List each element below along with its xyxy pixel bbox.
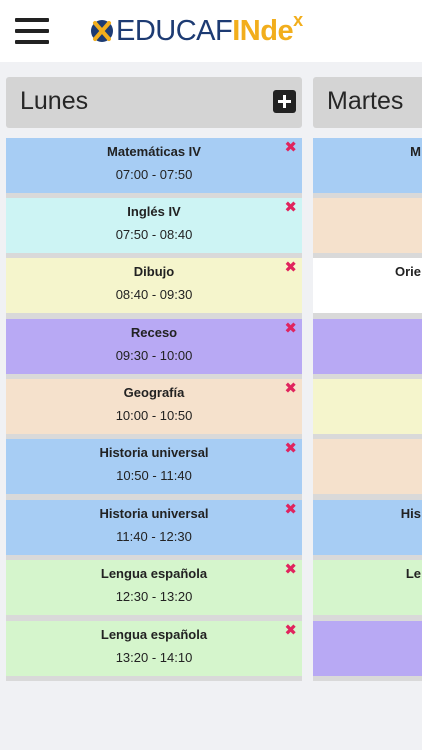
class-time: 10:00 - 10:50: [115, 408, 193, 423]
add-class-button[interactable]: [273, 90, 296, 113]
class-subject: Inglés IV: [127, 204, 181, 219]
menu-line: [15, 18, 49, 22]
delete-icon[interactable]: ✖: [284, 381, 297, 396]
class-time: 13:20 - 14:10: [115, 650, 193, 665]
class-card[interactable]: [313, 198, 422, 253]
class-card[interactable]: Geografía 10:00 - 10:50 ✖: [6, 379, 302, 434]
day-title: Lunes: [20, 87, 89, 115]
class-subject: Matemáticas IV: [107, 144, 201, 159]
class-list: Matemáticas IV 07:00 - 07:50 ✖ Inglés IV…: [6, 138, 302, 681]
class-card[interactable]: Matemáticas IV 07:00 - 07:50 ✖: [6, 138, 302, 193]
logo-text-index: INde: [232, 14, 294, 47]
delete-icon[interactable]: ✖: [284, 441, 297, 456]
class-card[interactable]: Orie: [313, 258, 422, 313]
schedule-board: Lunes Matemáticas IV 07:00 - 07:50 ✖ Ing…: [0, 62, 422, 750]
class-subject: Historia universal: [99, 506, 209, 521]
delete-icon[interactable]: ✖: [284, 200, 297, 215]
menu-line: [15, 29, 49, 33]
class-subject: M: [410, 144, 421, 159]
class-card[interactable]: Le: [313, 560, 422, 615]
class-time: 07:50 - 08:40: [115, 227, 193, 242]
class-card[interactable]: Inglés IV 07:50 - 08:40 ✖: [6, 198, 302, 253]
class-subject: His: [400, 506, 421, 521]
delete-icon[interactable]: ✖: [284, 502, 297, 517]
class-subject: Historia universal: [99, 445, 209, 460]
class-card[interactable]: [313, 319, 422, 374]
class-time: 07:00 - 07:50: [115, 167, 193, 182]
logo-mark-icon: [91, 20, 113, 42]
class-time: 10:50 - 11:40: [116, 468, 192, 483]
class-subject: Lengua española: [100, 627, 208, 642]
delete-icon[interactable]: ✖: [284, 260, 297, 275]
day-column-martes: Martes M Orie His Le: [313, 77, 422, 681]
class-card[interactable]: His: [313, 500, 422, 555]
class-card[interactable]: Lengua española 12:30 - 13:20 ✖: [6, 560, 302, 615]
class-time: 08:40 - 09:30: [115, 287, 193, 302]
class-time: 11:40 - 12:30: [116, 529, 192, 544]
day-title: Martes: [327, 87, 404, 115]
delete-icon[interactable]: ✖: [284, 321, 297, 336]
class-card[interactable]: Historia universal 11:40 - 12:30 ✖: [6, 500, 302, 555]
educafindex-logo: EDUCAF INde x: [90, 9, 304, 50]
class-card[interactable]: [313, 621, 422, 676]
class-card[interactable]: Dibujo 08:40 - 09:30 ✖: [6, 258, 302, 313]
class-card[interactable]: [313, 439, 422, 494]
delete-icon[interactable]: ✖: [284, 140, 297, 155]
day-column-lunes: Lunes Matemáticas IV 07:00 - 07:50 ✖ Ing…: [6, 77, 302, 681]
class-subject: Geografía: [123, 385, 185, 400]
day-header: Lunes: [6, 77, 302, 128]
top-bar: EDUCAF INde x: [0, 0, 422, 62]
class-card[interactable]: Historia universal 10:50 - 11:40 ✖: [6, 439, 302, 494]
class-time: 12:30 - 13:20: [115, 589, 193, 604]
logo-text-educaf: EDUCAF: [116, 14, 233, 47]
class-list: M Orie His Le: [313, 138, 422, 681]
hamburger-menu-icon[interactable]: [15, 16, 49, 46]
class-subject: Receso: [130, 325, 178, 340]
class-card[interactable]: Receso 09:30 - 10:00 ✖: [6, 319, 302, 374]
class-subject: Orie: [394, 264, 421, 279]
class-subject: Le: [405, 566, 421, 581]
class-time: 09:30 - 10:00: [115, 348, 193, 363]
class-card[interactable]: [313, 379, 422, 434]
delete-icon[interactable]: ✖: [284, 623, 297, 638]
class-subject: Dibujo: [133, 264, 175, 279]
delete-icon[interactable]: ✖: [284, 562, 297, 577]
class-subject: Lengua española: [100, 566, 208, 581]
day-header: Martes: [313, 77, 422, 128]
class-card[interactable]: M: [313, 138, 422, 193]
logo-text-x: x: [293, 9, 304, 30]
class-card[interactable]: Lengua española 13:20 - 14:10 ✖: [6, 621, 302, 676]
menu-line: [15, 40, 49, 44]
